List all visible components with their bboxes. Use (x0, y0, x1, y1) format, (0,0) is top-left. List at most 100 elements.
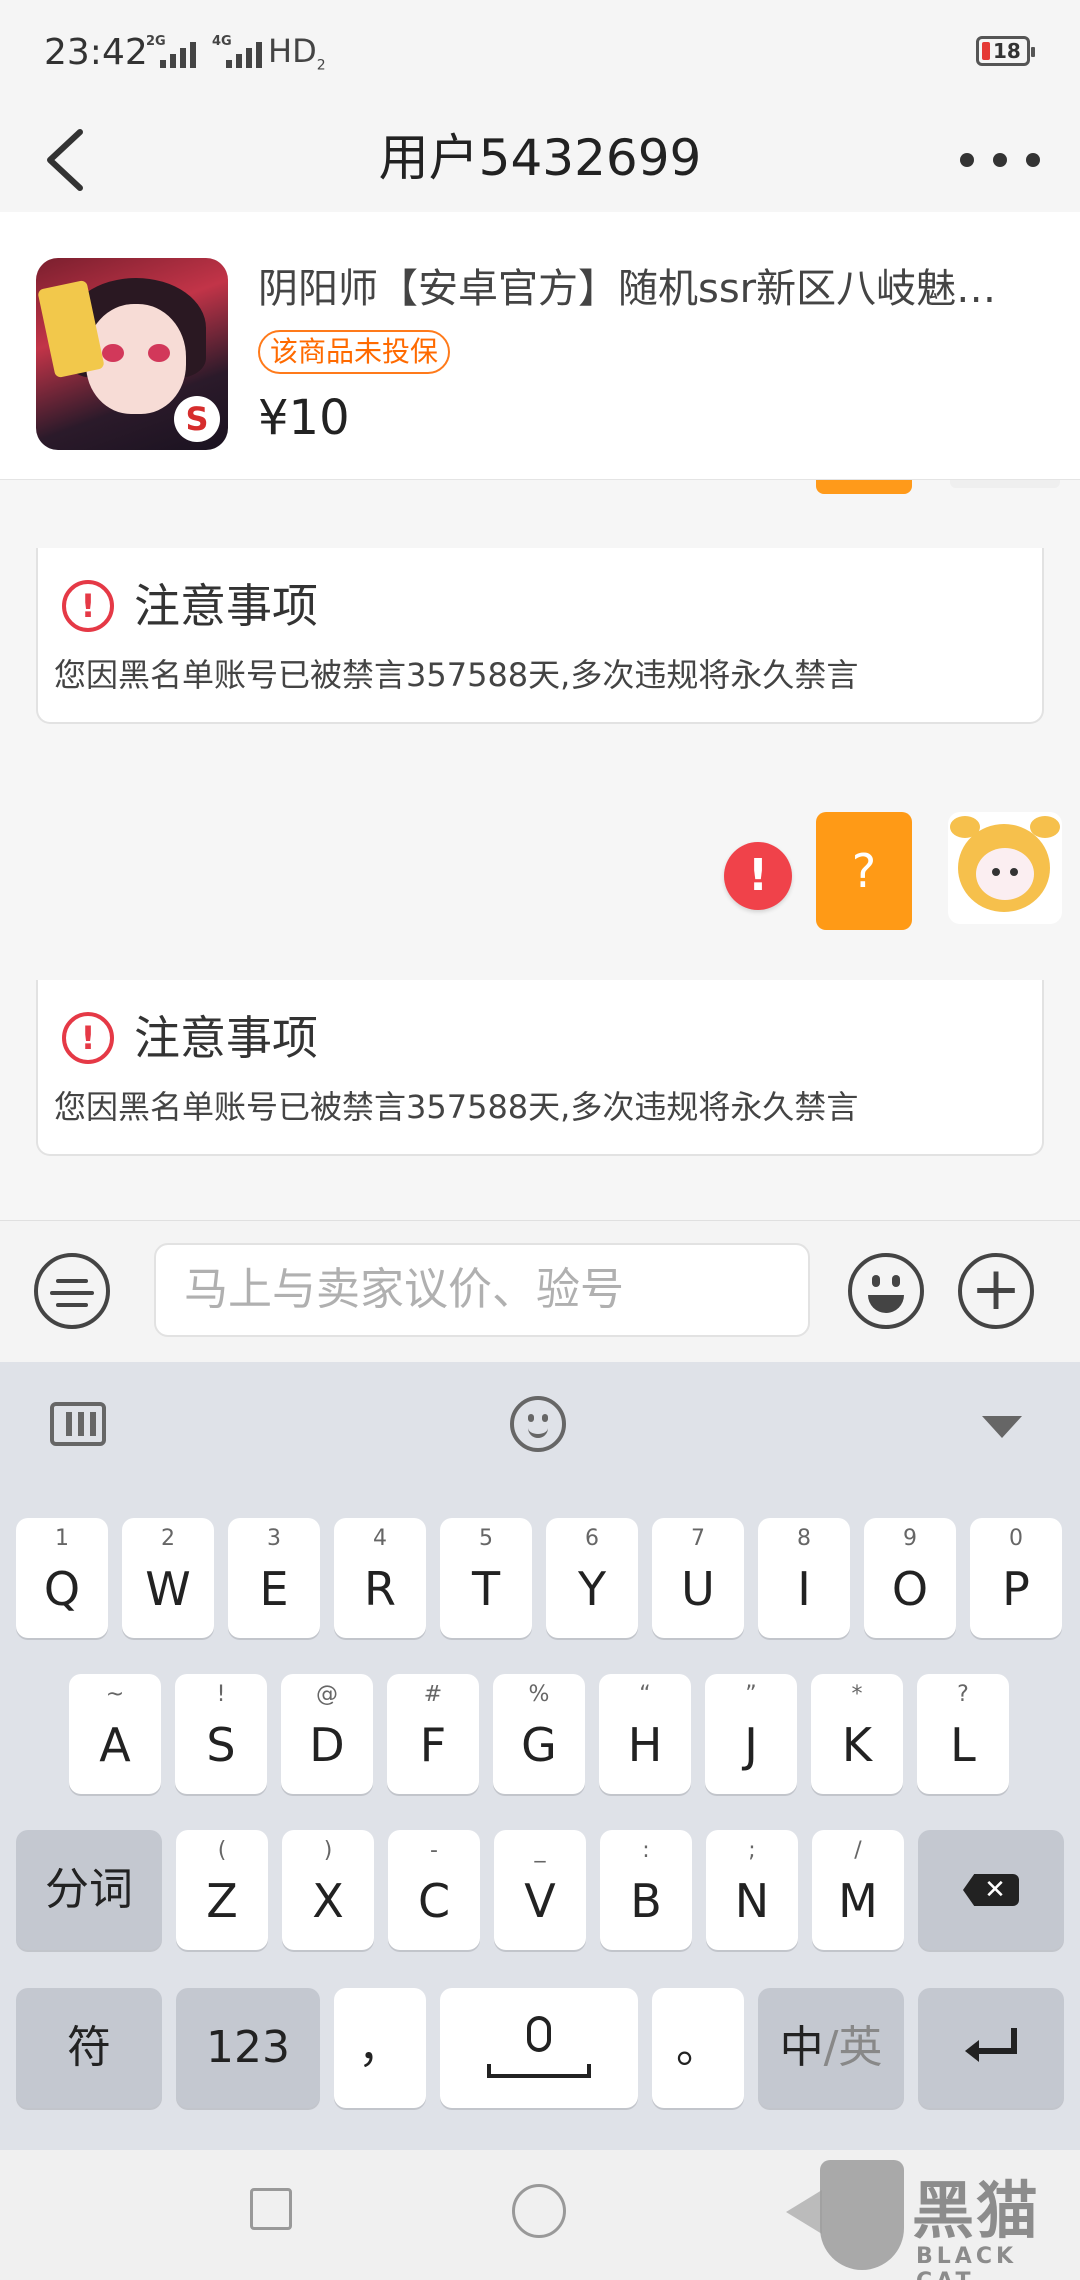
key-secondary-label: ~ (105, 1682, 125, 1707)
key-v[interactable]: _ V (494, 1830, 586, 1950)
back-nav-icon[interactable] (786, 2190, 822, 2234)
netease-logo-icon: S (174, 396, 220, 442)
send-failed-icon[interactable]: ! (724, 842, 792, 910)
key-secondary-label: 4 (373, 1526, 387, 1551)
battery-level: 18 (993, 39, 1021, 63)
enter-key[interactable] (918, 1988, 1064, 2108)
delete-key[interactable]: ✕ (918, 1830, 1064, 1950)
key-q[interactable]: 1Q (16, 1518, 108, 1638)
key-n[interactable]: ; N (706, 1830, 798, 1950)
notice-text: 您因黑名单账号已被禁言357588天,多次违规将永久禁言 (54, 1088, 859, 1126)
quick-menu-icon[interactable] (34, 1253, 110, 1329)
key-secondary-label: _ (534, 1838, 546, 1863)
key-label: B (630, 1874, 662, 1928)
keyboard-toolbar (0, 1362, 1080, 1478)
key-o[interactable]: 9O (864, 1518, 956, 1638)
key-label: X (312, 1874, 344, 1928)
keyboard-switch-icon[interactable] (50, 1402, 106, 1446)
language-toggle-key[interactable]: 中/英 (758, 1988, 904, 2108)
status-time: 23:42 (44, 32, 148, 73)
notice-card: ! 注意事项 您因黑名单账号已被禁言357588天,多次违规将永久禁言 (36, 980, 1044, 1156)
key-label: P (1002, 1562, 1030, 1616)
key-secondary-label: - (430, 1838, 438, 1863)
message-input[interactable]: 马上与卖家议价、验号 (154, 1243, 810, 1337)
key-m[interactable]: / M (812, 1830, 904, 1950)
key-x[interactable]: ) X (282, 1830, 374, 1950)
symbols-key[interactable]: 符 (16, 1988, 162, 2108)
key-z[interactable]: (Z (176, 1830, 268, 1950)
notice-card: ! 注意事项 您因黑名单账号已被禁言357588天,多次违规将永久禁言 (36, 548, 1044, 724)
numbers-key[interactable]: 123 (176, 1988, 320, 2108)
key-b[interactable]: :B (600, 1830, 692, 1950)
key-label: H (627, 1718, 663, 1772)
key-secondary-label: % (528, 1682, 550, 1707)
product-card[interactable]: S 阴阳师【安卓官方】随机ssr新区八岐魅… 该商品未投保 ¥10 (0, 212, 1080, 480)
key-f[interactable]: # F (387, 1674, 479, 1794)
cat-logo-icon (820, 2160, 904, 2270)
plus-icon[interactable]: + (958, 1253, 1034, 1329)
space-voice-key[interactable] (440, 1988, 638, 2108)
previous-avatar (950, 480, 1060, 488)
recent-apps-icon[interactable] (250, 2188, 292, 2230)
key-label: L (950, 1718, 976, 1772)
key-r[interactable]: 4R (334, 1518, 426, 1638)
key-secondary-label: ! (216, 1682, 226, 1707)
key-secondary-label: 7 (691, 1526, 705, 1551)
key-label: G (521, 1718, 557, 1772)
key-d[interactable]: @ D (281, 1674, 373, 1794)
key-l[interactable]: ? L (917, 1674, 1009, 1794)
key-secondary-label: 6 (585, 1526, 599, 1551)
home-icon[interactable] (512, 2184, 566, 2238)
product-price: ¥10 (258, 390, 350, 446)
key-c[interactable]: -C (388, 1830, 480, 1950)
key-label: A (99, 1718, 131, 1772)
period-key[interactable]: 。 (652, 1988, 744, 2108)
previous-message-bubble (816, 480, 912, 494)
key-secondary-label: / (854, 1838, 862, 1863)
key-label: U (681, 1562, 715, 1616)
key-label: K (841, 1718, 873, 1772)
key-label: F (419, 1718, 447, 1772)
key-label: C (417, 1874, 451, 1928)
key-i[interactable]: 8I (758, 1518, 850, 1638)
key-w[interactable]: 2W (122, 1518, 214, 1638)
key-a[interactable]: ~ A (69, 1674, 161, 1794)
avatar[interactable] (948, 812, 1062, 924)
soft-keyboard: 1Q2W3E4R5T6Y7U8I9O0P ~ A! S @ D # F% G “H” J * K? L … (0, 1362, 1080, 2150)
key-label: T (471, 1562, 501, 1616)
key-secondary-label: # (423, 1682, 443, 1707)
key-y[interactable]: 6Y (546, 1518, 638, 1638)
key-secondary-label: ( (217, 1838, 227, 1863)
page-title: 用户5432699 (378, 129, 702, 187)
key-secondary-label: 2 (161, 1526, 175, 1551)
collapse-keyboard-icon[interactable] (982, 1416, 1022, 1438)
product-thumbnail[interactable]: S (36, 258, 228, 450)
key-t[interactable]: 5T (440, 1518, 532, 1638)
key-k[interactable]: * K (811, 1674, 903, 1794)
more-options-icon[interactable] (960, 140, 1040, 180)
key-label: R (364, 1562, 396, 1616)
key-u[interactable]: 7U (652, 1518, 744, 1638)
key-label: J (744, 1718, 758, 1772)
key-secondary-label: 9 (903, 1526, 917, 1551)
message-bubble[interactable]: ? (816, 812, 912, 930)
key-e[interactable]: 3E (228, 1518, 320, 1638)
key-secondary-label: : (642, 1838, 650, 1863)
battery-icon: 18 (976, 36, 1035, 66)
comma-key[interactable]: ， (334, 1988, 426, 2108)
key-p[interactable]: 0P (970, 1518, 1062, 1638)
product-title[interactable]: 阴阳师【安卓官方】随机ssr新区八岐魅… (258, 256, 1038, 314)
key-s[interactable]: ! S (175, 1674, 267, 1794)
notice-title: 注意事项 (134, 579, 318, 633)
key-label: N (734, 1874, 770, 1928)
keyboard-emoji-icon[interactable] (510, 1396, 566, 1452)
key-j[interactable]: ” J (705, 1674, 797, 1794)
key-h[interactable]: “H (599, 1674, 691, 1794)
warning-icon: ! (62, 1012, 114, 1064)
key-g[interactable]: % G (493, 1674, 585, 1794)
key-secondary-label: * (851, 1682, 863, 1707)
key-secondary-label: ) (323, 1838, 333, 1863)
key-label: Q (43, 1562, 81, 1616)
emoji-icon[interactable] (848, 1253, 924, 1329)
fenci-key[interactable]: 分词 (16, 1830, 162, 1950)
